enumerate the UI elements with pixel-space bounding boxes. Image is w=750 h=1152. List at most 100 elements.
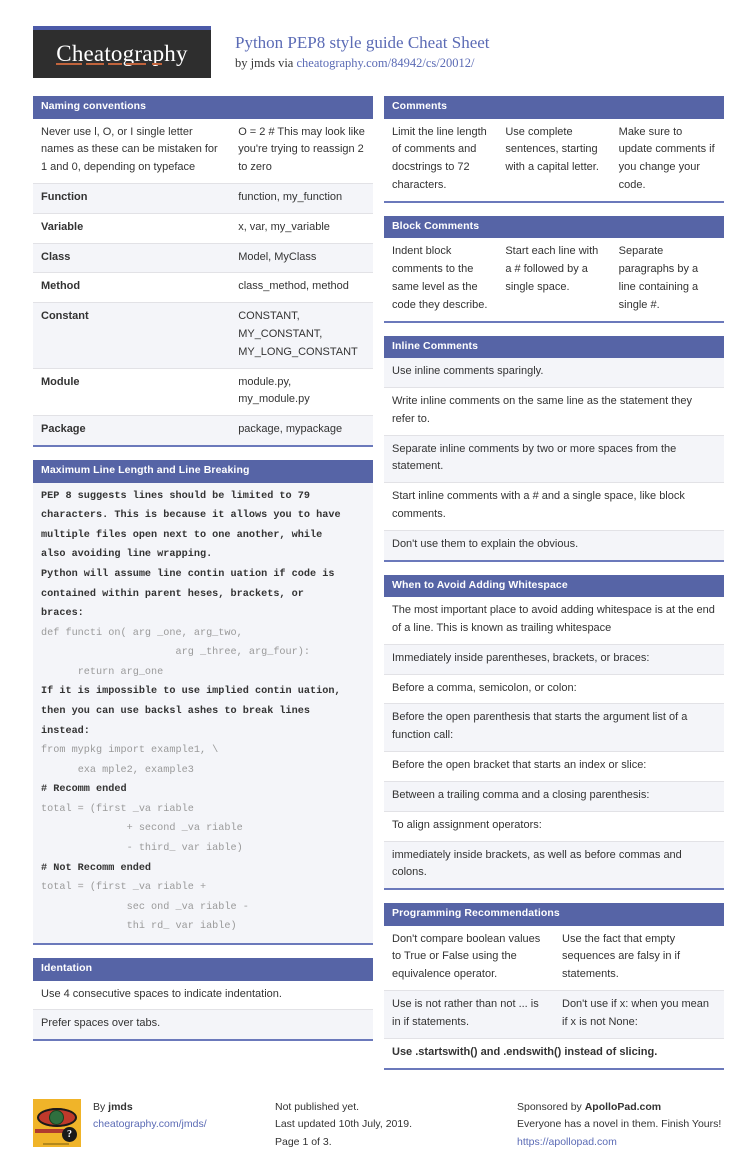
logo-underline-stroke <box>152 63 163 65</box>
section-inline-comments: Inline Comments Use inline comments spar… <box>384 335 724 562</box>
table-row: Before the open bracket that starts an i… <box>384 752 724 782</box>
code-line: total = (first _va riable + <box>41 882 207 894</box>
cell-text: Before the open bracket that starts an i… <box>392 759 647 772</box>
byline-author: jmds <box>250 56 275 71</box>
table-row: Start inline comments with a # and a sin… <box>384 483 724 531</box>
table-row: Before the open parenthesis that starts … <box>384 704 724 753</box>
footer-last-updated: Last updated 10th July, 2019. <box>275 1118 412 1131</box>
cell-text: To align assignment operators: <box>392 818 542 831</box>
code-line: thi rd_ var iable) <box>41 921 237 933</box>
cell-text: Don't use them to explain the obvious. <box>392 537 579 550</box>
section-identation: Identation Use 4 consecutive spaces to i… <box>33 957 373 1042</box>
code-block-line-breaking: PEP 8 suggests lines should be limited t… <box>33 482 373 943</box>
cell-right: Model, MyClass <box>238 250 317 263</box>
code-text-line: multiple files open next to one another,… <box>41 529 323 541</box>
section-maximum-line-length: Maximum Line Length and Line Breaking PE… <box>33 460 373 945</box>
logo-underline-stroke <box>126 63 147 65</box>
table-row: Never use l, O, or I single letter names… <box>33 118 373 184</box>
cell-text: Indent block comments to the same level … <box>392 245 488 311</box>
table-row: Write inline comments on the same line a… <box>384 387 724 436</box>
cell-text: Make sure to update comments if you chan… <box>618 125 715 191</box>
table-row: Immediately inside parentheses, brackets… <box>384 644 724 675</box>
table-row: Limit the line length of comments and do… <box>384 118 724 201</box>
section-naming-conventions: Naming conventions Never use l, O, or I … <box>33 96 373 448</box>
byline-via: via <box>274 56 297 71</box>
avatar-caption-bar <box>43 1142 69 1145</box>
question-mark-icon: ? <box>62 1126 77 1142</box>
footer-sponsor-line: Sponsored by ApolloPad.com <box>517 1099 721 1117</box>
page-footer: ? By jmds cheatography.com/jmds/ Not pub… <box>0 1083 750 1152</box>
code-text-line: instead: <box>41 725 90 737</box>
code-text-line: then you can use backsl ashes to break l… <box>41 706 310 718</box>
code-line: sec ond _va riable - <box>41 901 249 913</box>
table-row: Class Model, MyClass <box>33 243 373 274</box>
cell-text: immediately inside brackets, as well as … <box>392 848 682 879</box>
cell-right: Use the fact that empty sequences are fa… <box>562 932 681 981</box>
globe-icon <box>49 1109 64 1125</box>
code-line: return arg_one <box>41 666 164 678</box>
footer-profile-link[interactable]: cheatography.com/jmds/ <box>93 1116 207 1134</box>
avatar: ? <box>33 1098 81 1147</box>
cell-left: Constant <box>41 310 89 323</box>
code-text-line: # Not Recomm ended <box>41 862 152 874</box>
footer-author-text: By jmds cheatography.com/jmds/ <box>93 1099 207 1152</box>
cheatsheet-page: Cheatography Python PEP8 style guide Che… <box>0 0 750 1148</box>
cell-text: Use 4 consecutive spaces to indicate ind… <box>41 987 282 1000</box>
cell-text: The most important place to avoid adding… <box>392 604 715 634</box>
footer-by-line: By jmds <box>93 1099 207 1117</box>
cell-right: module.py, my_module.py <box>238 375 310 406</box>
section-title-naming-conventions: Naming conventions <box>33 96 373 119</box>
footer-sponsor-prefix: Sponsored by <box>517 1100 585 1113</box>
code-line: exa mple2, example3 <box>41 764 194 776</box>
cell-text: Start inline comments with a # and a sin… <box>392 490 685 521</box>
section-title-maximum-line-length: Maximum Line Length and Line Breaking <box>33 460 373 483</box>
cell-right: O = 2 # This may look like you're trying… <box>238 125 365 174</box>
table-row: immediately inside brackets, as well as … <box>384 841 724 889</box>
footer-by-label: By <box>93 1100 109 1113</box>
table-row: Function function, my_function <box>33 183 373 214</box>
left-column: Naming conventions Never use l, O, or I … <box>33 96 373 1083</box>
byline: by jmds via cheatography.com/84942/cs/20… <box>235 56 490 71</box>
code-line: - third_ var iable) <box>41 843 243 855</box>
cell-text: Separate paragraphs by a line containing… <box>618 245 699 311</box>
cheatography-logo[interactable]: Cheatography <box>33 26 211 78</box>
section-title-identation: Identation <box>33 957 373 981</box>
footer-page-number: Page 1 of 3. <box>275 1136 332 1149</box>
footer-sponsor-block: Sponsored by ApolloPad.com Everyone has … <box>517 1099 750 1152</box>
cell-text: Separate inline comments by two or more … <box>392 442 677 473</box>
cell-left: Don't compare boolean values to True or … <box>392 932 541 981</box>
cell-left: Class <box>41 250 71 263</box>
section-comments: Comments Limit the line length of commen… <box>384 96 724 203</box>
table-row: Use inline comments sparingly. <box>384 358 724 388</box>
cell-left: Variable <box>41 220 84 233</box>
cell-left: Never use l, O, or I single letter names… <box>41 125 218 174</box>
right-column: Comments Limit the line length of commen… <box>384 96 724 1083</box>
logo-underline-stroke <box>86 63 105 65</box>
logo-underline-stroke <box>108 63 123 65</box>
footer-publish-text: Not published yet. Last updated 10th Jul… <box>275 1099 412 1152</box>
logo-text: Cheatography <box>56 41 188 66</box>
cell-right: CONSTANT, MY_CONSTANT, MY_LONG_CONSTANT <box>238 310 358 358</box>
source-url-link[interactable]: cheatography.com/84942/cs/20012/ <box>296 56 474 70</box>
footer-author-name: jmds <box>108 1100 133 1113</box>
table-row: Don't use them to explain the obvious. <box>384 530 724 560</box>
cell-left: Module <box>41 375 80 388</box>
section-title-comments: Comments <box>384 96 724 119</box>
footer-sponsor-name: ApolloPad.com <box>584 1100 662 1113</box>
code-text-line: contained within parent heses, brackets,… <box>41 588 304 600</box>
cell-left: Method <box>41 280 81 293</box>
header-titles: Python PEP8 style guide Cheat Sheet by j… <box>235 26 490 71</box>
cell-text: Use inline comments sparingly. <box>392 365 544 378</box>
code-text-line: braces: <box>41 608 84 620</box>
section-block-comments: Block Comments Indent block comments to … <box>384 215 724 323</box>
section-title-inline-comments: Inline Comments <box>384 335 724 359</box>
table-row: To align assignment operators: <box>384 811 724 842</box>
cell-right: function, my_function <box>238 190 343 203</box>
section-title-block-comments: Block Comments <box>384 215 724 239</box>
cell-text: Before a comma, semicolon, or colon: <box>392 681 577 694</box>
table-row: Constant CONSTANT, MY_CONSTANT, MY_LONG_… <box>33 303 373 369</box>
table-row: Don't compare boolean values to True or … <box>384 925 724 992</box>
cell-text: Limit the line length of comments and do… <box>392 125 487 191</box>
cell-text: Immediately inside parentheses, brackets… <box>392 651 650 664</box>
footer-sponsor-link[interactable]: https://apollopad.com <box>517 1134 721 1152</box>
